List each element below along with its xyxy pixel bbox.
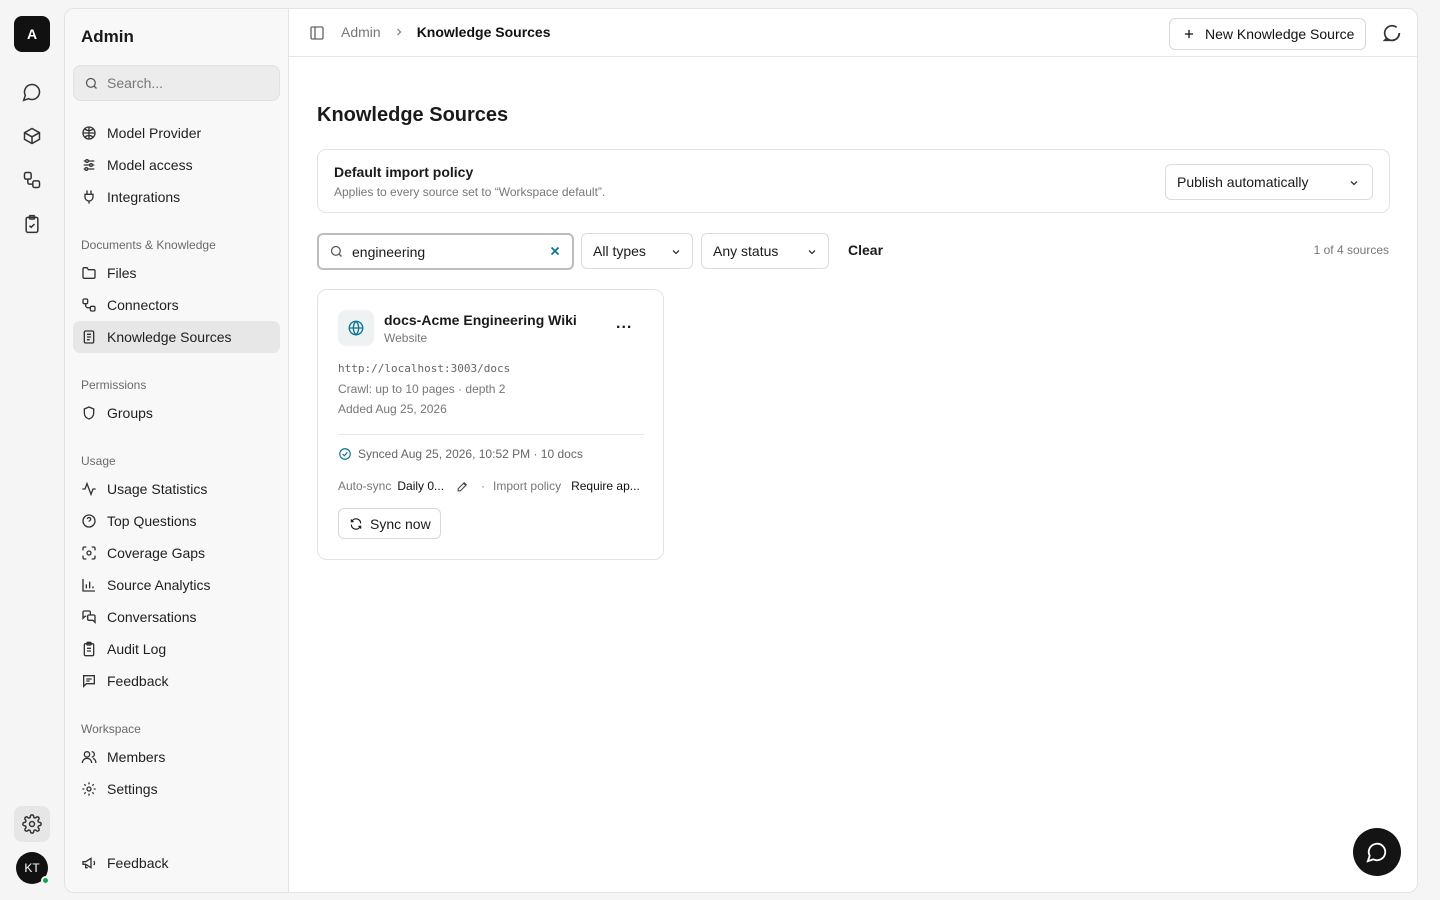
sidebar-item-conversations[interactable]: Conversations: [73, 601, 280, 633]
book-icon: [81, 329, 97, 345]
chevron-down-icon: [1350, 181, 1358, 186]
messages-icon: [81, 609, 97, 625]
chevron-down-icon: [672, 250, 680, 255]
sidebar-toggle-icon[interactable]: [309, 25, 325, 41]
card-divider: [338, 434, 644, 435]
more-options-button[interactable]: ...: [616, 315, 632, 333]
sidebar-item-integrations[interactable]: Integrations: [73, 181, 280, 213]
sidebar-search-input[interactable]: Search...: [73, 65, 280, 101]
import-policy-select[interactable]: Publish automatically: [1165, 164, 1373, 200]
auto-sync-value: Daily 0...: [397, 479, 445, 493]
sidebar-title: Admin: [81, 27, 134, 46]
brain-icon: [81, 125, 97, 141]
sidebar-footer-feedback[interactable]: Feedback: [73, 847, 280, 879]
connector-icon: [81, 297, 97, 313]
sidebar-item-coverage-gaps[interactable]: Coverage Gaps: [73, 537, 280, 569]
search-icon: [85, 77, 97, 89]
plus-icon: [1184, 29, 1194, 39]
clipboard-check-icon[interactable]: [14, 206, 50, 242]
folder-icon: [81, 265, 97, 281]
sidebar-item-files[interactable]: Files: [73, 257, 280, 289]
policy-subtitle: Applies to every source set to “Workspac…: [334, 185, 606, 199]
sidebar-group-documents: Documents & Knowledge: [81, 238, 216, 252]
message-square-icon: [81, 673, 97, 689]
app-rail: A KT: [0, 0, 64, 900]
sidebar-item-feedback[interactable]: Feedback: [73, 665, 280, 697]
check-circle-icon: [339, 448, 351, 460]
sidebar-item-members[interactable]: Members: [73, 741, 280, 773]
admin-sidebar: Admin Search... Model Provider Model acc…: [65, 9, 289, 892]
search-icon: [330, 245, 342, 257]
admin-panel: Admin Search... Model Provider Model acc…: [64, 8, 1418, 893]
chevron-right-icon: [393, 26, 405, 38]
sidebar-item-source-analytics[interactable]: Source Analytics: [73, 569, 280, 601]
breadcrumb-current: Knowledge Sources: [416, 24, 551, 40]
workspace-logo[interactable]: A: [14, 16, 50, 52]
shield-icon: [81, 405, 97, 421]
gear-icon[interactable]: [14, 806, 50, 842]
policy-title: Default import policy: [334, 164, 474, 180]
sidebar-group-permissions: Permissions: [81, 378, 147, 392]
plug-icon: [81, 189, 97, 205]
user-avatar[interactable]: KT: [16, 852, 50, 885]
activity-icon: [81, 481, 97, 497]
clear-filters-button[interactable]: Clear: [848, 242, 883, 258]
sidebar-item-audit-log[interactable]: Audit Log: [73, 633, 280, 665]
type-filter-select[interactable]: All types: [581, 233, 693, 269]
source-meta: Auto-sync Daily 0... · Import policy Req…: [338, 479, 640, 493]
sidebar-item-top-questions[interactable]: Top Questions: [73, 505, 280, 537]
result-count: 1 of 4 sources: [1313, 243, 1389, 257]
clear-search-icon[interactable]: [548, 244, 562, 258]
knowledge-source-card[interactable]: docs-Acme Engineering Wiki Website ... h…: [317, 289, 664, 560]
sidebar-item-model-access[interactable]: Model access: [73, 149, 280, 181]
page-title: Knowledge Sources: [317, 104, 509, 126]
breadcrumb-admin[interactable]: Admin: [341, 24, 381, 40]
box-icon[interactable]: [14, 118, 50, 154]
sync-status: Synced Aug 25, 2026, 10:52 PM · 10 docs: [338, 447, 583, 461]
globe-icon: [338, 310, 374, 346]
question-icon: [81, 513, 97, 529]
chat-bubble-icon[interactable]: [1381, 22, 1403, 44]
sync-now-button[interactable]: Sync now: [338, 508, 441, 539]
refresh-icon: [350, 517, 362, 530]
online-status-dot: [41, 876, 50, 885]
support-chat-button[interactable]: [1353, 828, 1401, 876]
message-circle-icon: [1366, 842, 1387, 863]
chevron-down-icon: [808, 250, 816, 255]
chat-icon[interactable]: [14, 74, 50, 110]
new-knowledge-source-button[interactable]: New Knowledge Source: [1169, 18, 1366, 50]
sidebar-item-groups[interactable]: Groups: [73, 397, 280, 429]
sidebar-item-model-provider[interactable]: Model Provider: [73, 117, 280, 149]
workflow-icon[interactable]: [14, 162, 50, 198]
sidebar-item-usage-statistics[interactable]: Usage Statistics: [73, 473, 280, 505]
source-search-input[interactable]: engineering: [317, 233, 574, 270]
bar-chart-icon: [81, 577, 97, 593]
source-added-date: Added Aug 25, 2026: [338, 402, 447, 416]
breadcrumb: Admin Knowledge Sources: [341, 24, 551, 40]
top-bar: Admin Knowledge Sources New Knowledge So…: [289, 9, 1417, 57]
sidebar-group-usage: Usage: [81, 454, 116, 468]
gear-icon: [81, 781, 97, 797]
main-content: Admin Knowledge Sources New Knowledge So…: [289, 9, 1417, 892]
sidebar-item-settings[interactable]: Settings: [73, 773, 280, 805]
sidebar-item-knowledge-sources[interactable]: Knowledge Sources: [73, 321, 280, 353]
import-policy-value: Require ap...: [571, 479, 640, 493]
sliders-icon: [81, 157, 97, 173]
sidebar-group-workspace: Workspace: [81, 722, 141, 736]
scan-icon: [81, 545, 97, 561]
source-crawl-settings: Crawl: up to 10 pages · depth 2: [338, 382, 506, 396]
source-name: docs-Acme Engineering Wiki: [384, 312, 577, 328]
sidebar-item-connectors[interactable]: Connectors: [73, 289, 280, 321]
default-import-policy-card: Default import policy Applies to every s…: [317, 149, 1390, 213]
megaphone-icon: [81, 855, 97, 871]
source-url: http://localhost:3003/docs: [338, 362, 511, 375]
clipboard-list-icon: [81, 641, 97, 657]
users-icon: [81, 749, 97, 765]
status-filter-select[interactable]: Any status: [701, 233, 829, 269]
source-type: Website: [384, 331, 428, 345]
edit-icon[interactable]: [456, 480, 469, 493]
